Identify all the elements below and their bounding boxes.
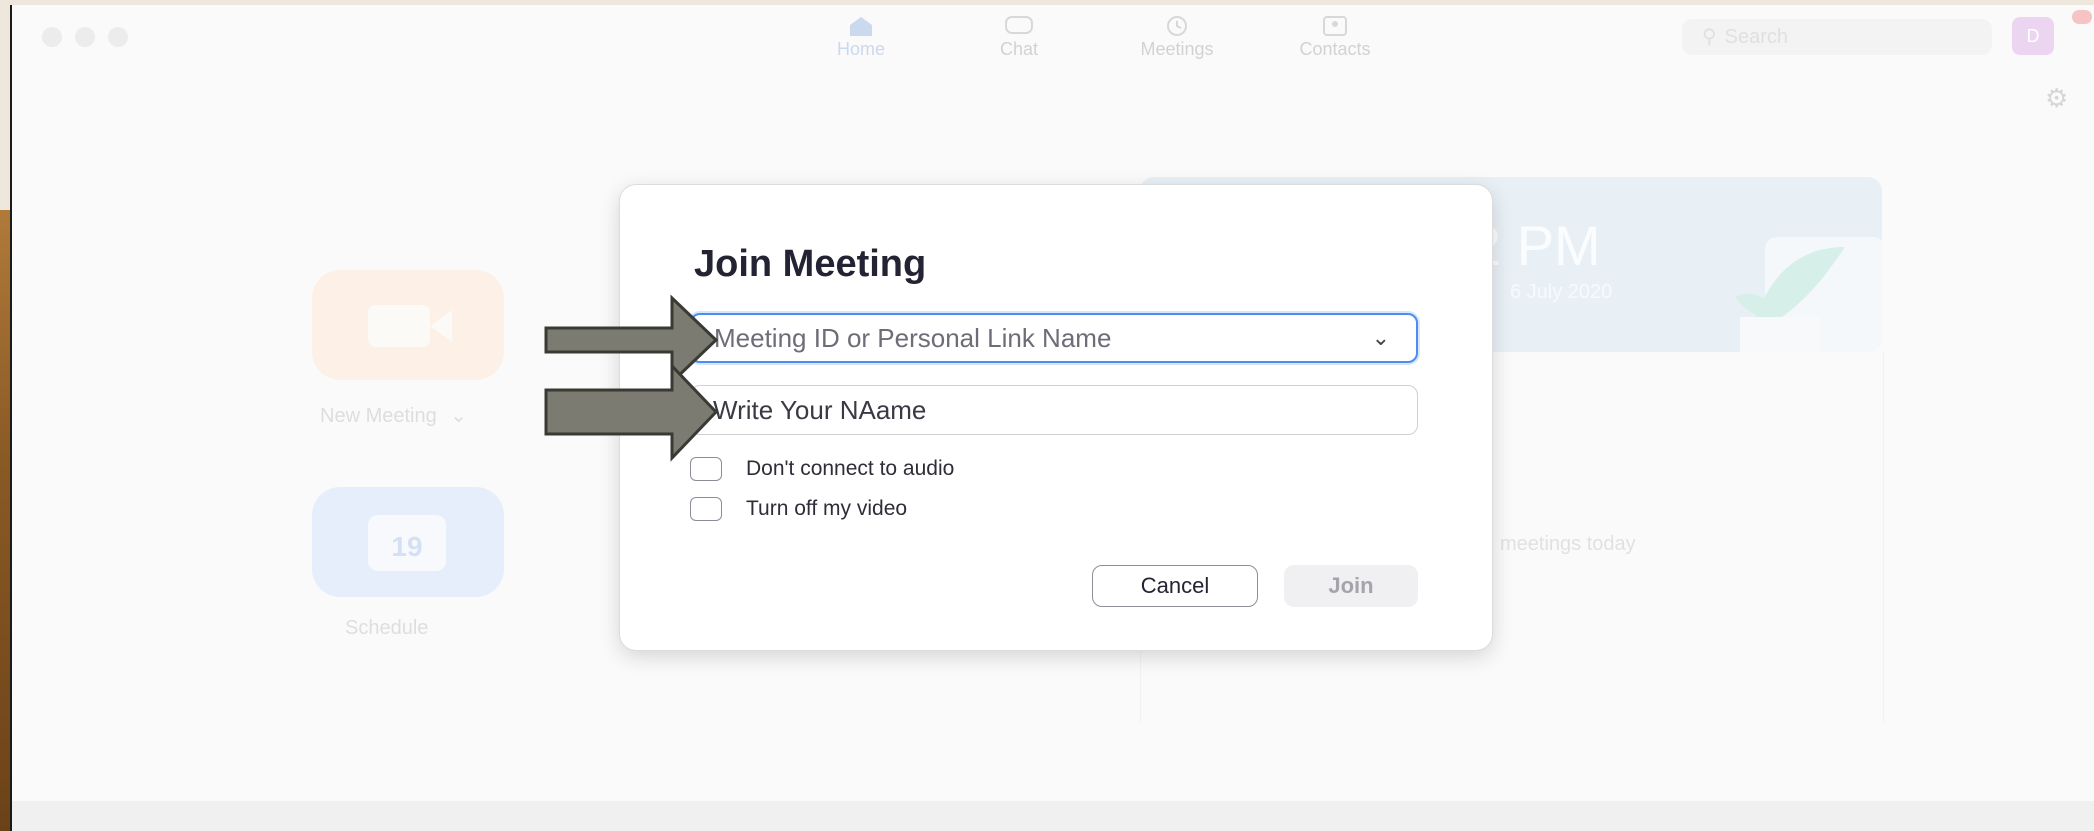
chat-icon xyxy=(1005,16,1033,34)
search-input[interactable]: ⚲ Search xyxy=(1682,19,1992,55)
video-camera-lens xyxy=(430,310,452,342)
contact-card-icon xyxy=(1323,16,1347,36)
gear-icon[interactable]: ⚙ xyxy=(2045,83,2068,114)
chevron-down-icon[interactable]: ⌄ xyxy=(450,405,467,427)
schedule-label: Schedule xyxy=(345,617,429,639)
tab-meetings-label: Meetings xyxy=(1140,39,1214,59)
meeting-id-input[interactable]: Meeting ID or Personal Link Name ⌄ xyxy=(690,313,1418,363)
dialog-title: Join Meeting xyxy=(694,243,927,285)
calendar-day: 19 xyxy=(391,531,423,562)
zoom-window-button[interactable] xyxy=(108,27,128,47)
no-meetings-text: meetings today xyxy=(1500,533,1636,555)
new-meeting-label: New Meeting ⌄ xyxy=(320,403,467,428)
video-camera-icon xyxy=(368,305,430,347)
meeting-id-placeholder: Meeting ID or Personal Link Name xyxy=(714,322,1112,353)
current-date: 6 July 2020 xyxy=(1510,281,1613,303)
join-button[interactable]: Join xyxy=(1284,565,1418,607)
tab-home[interactable]: Home xyxy=(782,15,940,60)
tab-meetings[interactable]: Meetings xyxy=(1098,15,1256,60)
avatar[interactable]: D xyxy=(2012,17,2054,55)
close-window-button[interactable] xyxy=(42,27,62,47)
new-meeting-text: New Meeting xyxy=(320,405,437,427)
chevron-down-icon[interactable]: ⌄ xyxy=(1372,325,1390,351)
turn-off-video-option[interactable]: Turn off my video xyxy=(690,497,907,521)
cancel-button[interactable]: Cancel xyxy=(1092,565,1258,607)
dont-connect-audio-option[interactable]: Don't connect to audio xyxy=(690,457,954,481)
calendar-icon: 19 xyxy=(368,515,446,571)
dont-connect-audio-label: Don't connect to audio xyxy=(746,457,955,480)
turn-off-video-label: Turn off my video xyxy=(746,497,908,520)
clock-icon xyxy=(1167,16,1187,36)
tab-chat-label: Chat xyxy=(999,39,1039,59)
schedule-button[interactable]: 19 xyxy=(312,487,504,597)
top-navigation: Home Chat Meetings Contacts xyxy=(782,15,1414,60)
search-placeholder: Search xyxy=(1724,26,1789,48)
bottom-bar xyxy=(12,801,2094,831)
tab-contacts[interactable]: Contacts xyxy=(1256,15,1414,60)
plant-illustration xyxy=(1735,237,1882,352)
search-icon: ⚲ xyxy=(1702,26,1717,48)
join-meeting-dialog: Join Meeting Meeting ID or Personal Link… xyxy=(620,185,1492,650)
window-controls[interactable] xyxy=(42,27,128,47)
new-meeting-button[interactable] xyxy=(312,270,504,380)
tab-chat[interactable]: Chat xyxy=(940,15,1098,60)
turn-off-video-checkbox[interactable] xyxy=(690,497,722,521)
notification-badge xyxy=(2072,10,2092,24)
minimize-window-button[interactable] xyxy=(75,27,95,47)
tab-contacts-label: Contacts xyxy=(1299,39,1371,59)
tab-home-label: Home xyxy=(836,39,885,59)
home-icon xyxy=(850,17,872,36)
name-input[interactable] xyxy=(690,385,1418,435)
dont-connect-audio-checkbox[interactable] xyxy=(690,457,722,481)
